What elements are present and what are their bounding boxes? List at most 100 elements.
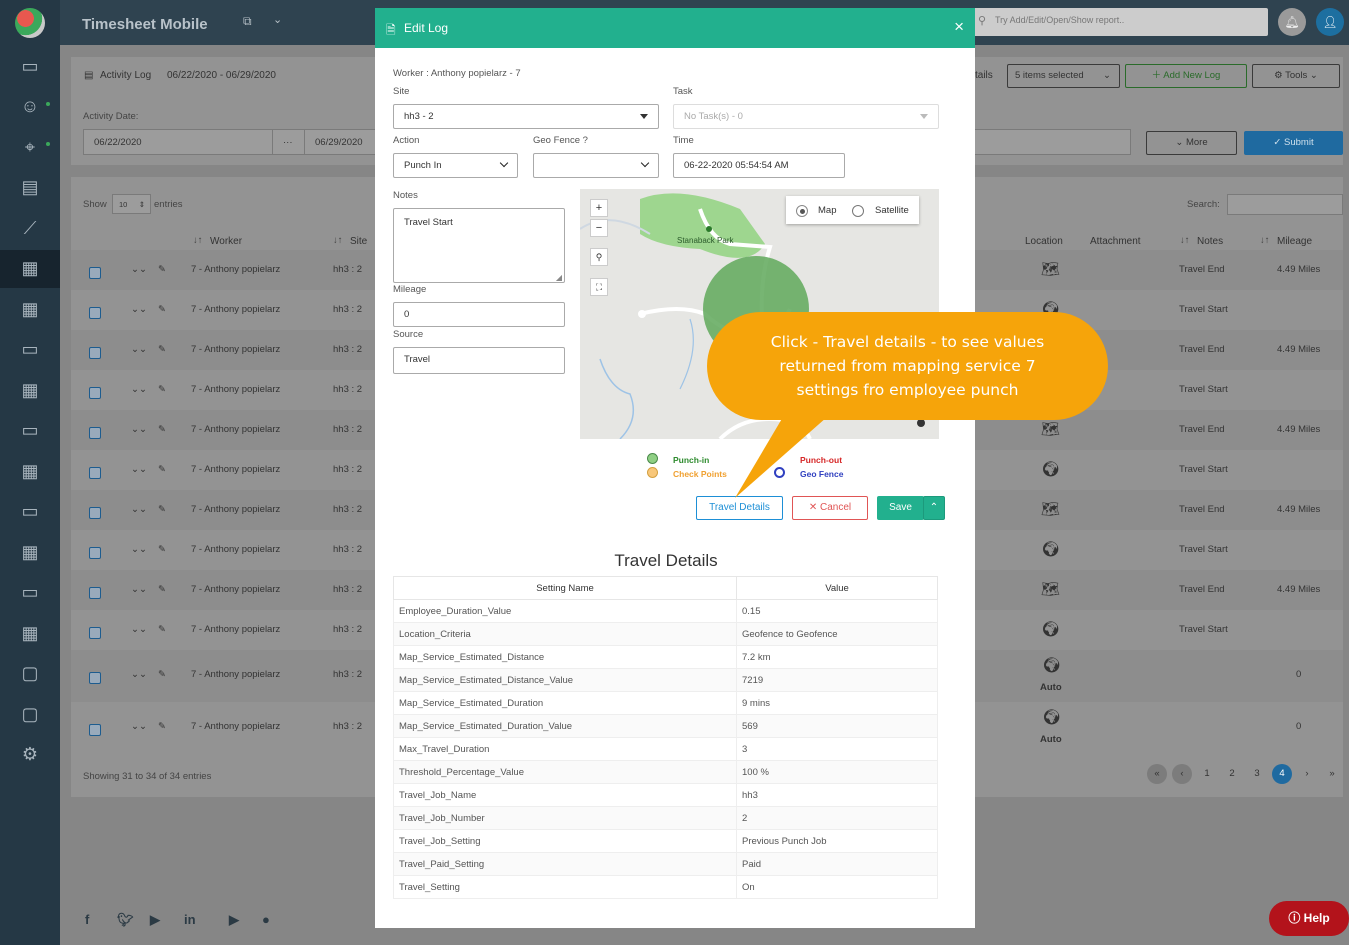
help-button[interactable]: ⓘ Help [1269, 901, 1349, 936]
chevron-down-icon[interactable]: ⌄ [273, 13, 282, 26]
expand-icon[interactable]: ⌄⌄ [131, 464, 147, 475]
save-button[interactable]: Save [877, 496, 924, 520]
row-checkbox[interactable] [89, 347, 101, 359]
google-play-icon[interactable]: ▶ [229, 912, 239, 928]
expand-icon[interactable]: ⌄⌄ [131, 544, 147, 555]
filter-input[interactable] [974, 129, 1131, 155]
page-button[interactable]: 2 [1222, 764, 1242, 784]
next-page-button[interactable]: › [1297, 764, 1317, 784]
row-checkbox[interactable] [89, 547, 101, 559]
first-page-button[interactable]: « [1147, 764, 1167, 784]
time-input[interactable]: 06-22-2020 05:54:54 AM [673, 153, 845, 178]
geofence-select[interactable] [533, 153, 659, 178]
global-search-input[interactable]: ⚲ Try Add/Edit/Open/Show report.. [971, 8, 1268, 36]
action-select[interactable]: Punch In [393, 153, 518, 178]
page-button-active[interactable]: 4 [1272, 764, 1292, 784]
info-icon[interactable] [917, 419, 925, 427]
zoom-in-button[interactable]: + [590, 199, 608, 217]
row-checkbox[interactable] [89, 467, 101, 479]
sidebar-workers[interactable]: ☺ [0, 88, 60, 126]
notes-textarea[interactable]: Travel Start ◢ [393, 208, 565, 283]
row-checkbox[interactable] [89, 672, 101, 684]
row-checkbox[interactable] [89, 307, 101, 319]
edit-icon[interactable]: ✎ [158, 669, 166, 680]
expand-icon[interactable]: ⌄⌄ [131, 344, 147, 355]
zoom-out-button[interactable]: − [590, 219, 608, 237]
add-new-log-button[interactable]: ＋ Add New Log [1125, 64, 1247, 88]
col-mileage[interactable]: Mileage [1277, 236, 1312, 247]
row-checkbox[interactable] [89, 587, 101, 599]
expand-icon[interactable]: ⌄⌄ [131, 384, 147, 395]
expand-icon[interactable]: ⌄⌄ [131, 624, 147, 635]
facebook-icon[interactable]: f [85, 912, 89, 927]
row-checkbox[interactable] [89, 627, 101, 639]
bell-icon[interactable]: 🔔︎ [1278, 8, 1306, 36]
submit-button[interactable]: ✓ Submit [1244, 131, 1343, 155]
globe-icon[interactable]: 🌍︎ [1042, 708, 1061, 726]
sidebar-message[interactable]: ▭ [0, 493, 60, 531]
edit-icon[interactable]: ✎ [158, 584, 166, 595]
sidebar-chat[interactable]: ▢ [0, 655, 60, 693]
expand-icon[interactable]: ⌄⌄ [131, 584, 147, 595]
page-button[interactable]: 1 [1197, 764, 1217, 784]
col-site[interactable]: Site [350, 236, 367, 247]
edit-icon[interactable]: ✎ [158, 504, 166, 515]
close-icon[interactable]: × [954, 17, 964, 37]
sidebar-calendar-15[interactable]: ▦ [0, 533, 60, 571]
app-logo[interactable] [15, 8, 45, 38]
col-location[interactable]: Location [1025, 236, 1063, 247]
page-button[interactable]: 3 [1247, 764, 1267, 784]
sidebar-sms[interactable]: ▢ [0, 695, 60, 733]
sidebar-geo-users[interactable]: ⌖ [0, 128, 60, 166]
col-worker[interactable]: Worker [210, 236, 242, 247]
date-picker-button[interactable]: ··· [272, 129, 305, 155]
resize-handle-icon[interactable]: ◢ [556, 273, 562, 282]
expand-icon[interactable]: ⌄⌄ [131, 424, 147, 435]
sort-icon[interactable]: ↓↑ [1180, 235, 1190, 246]
edit-icon[interactable]: ✎ [158, 424, 166, 435]
satellite-radio[interactable] [852, 205, 864, 217]
sidebar-message[interactable]: ▭ [0, 574, 60, 612]
sort-icon[interactable]: ↓↑ [1260, 235, 1270, 246]
table-search-input[interactable] [1227, 194, 1343, 215]
search-map-icon[interactable]: ⚲ [590, 248, 608, 266]
sidebar-settings[interactable]: ⚙ [0, 736, 60, 774]
edit-icon[interactable]: ✎ [158, 721, 166, 732]
row-checkbox[interactable] [89, 507, 101, 519]
task-select[interactable]: No Task(s) - 0 [673, 104, 939, 129]
twitter-icon[interactable]: 🐦︎ [117, 912, 134, 928]
sidebar-calendar-15[interactable]: ▦ [0, 290, 60, 328]
row-checkbox[interactable] [89, 724, 101, 736]
map-radio[interactable] [796, 205, 808, 217]
sidebar-message[interactable]: ▭ [0, 331, 60, 369]
row-checkbox[interactable] [89, 387, 101, 399]
site-select[interactable]: hh3 - 2 [393, 104, 659, 129]
row-checkbox[interactable] [89, 427, 101, 439]
expand-icon[interactable]: ⌄⌄ [131, 504, 147, 515]
edit-icon[interactable]: ✎ [158, 624, 166, 635]
expand-icon[interactable]: ⌄⌄ [131, 669, 147, 680]
sidebar-calendar-15[interactable]: ▦ [0, 452, 60, 490]
sidebar-dashboard[interactable]: ▭ [0, 47, 60, 85]
user-avatar[interactable]: 👤︎ [1316, 8, 1344, 36]
edit-icon[interactable]: ✎ [158, 264, 166, 275]
edit-icon[interactable]: ✎ [158, 384, 166, 395]
sidebar-reports[interactable]: ▤ [0, 169, 60, 207]
sidebar-calendar-15[interactable]: ▦ [0, 371, 60, 409]
prev-page-button[interactable]: ‹ [1172, 764, 1192, 784]
location-icon[interactable]: 🗺︎ [1041, 420, 1060, 438]
location-icon[interactable]: 🗺︎ [1041, 500, 1060, 518]
edit-icon[interactable]: ✎ [158, 544, 166, 555]
sidebar-activity-log[interactable]: ▦ [0, 249, 60, 288]
mileage-input[interactable]: 0 [393, 302, 565, 327]
location-icon[interactable]: 🌍︎ [1041, 540, 1060, 558]
fullscreen-icon[interactable]: ⛶ [590, 278, 608, 296]
more-button[interactable]: ⌄ More [1146, 131, 1237, 155]
globe-icon[interactable]: 🌍︎ [1042, 656, 1061, 674]
row-checkbox[interactable] [89, 267, 101, 279]
sidebar-calendar-15[interactable]: ▦ [0, 614, 60, 652]
youtube-icon[interactable]: ▶ [150, 912, 160, 928]
entries-select[interactable]: 10 ⇕ [112, 194, 151, 214]
expand-icon[interactable]: ⌄⌄ [131, 304, 147, 315]
sidebar-message[interactable]: ▭ [0, 412, 60, 450]
